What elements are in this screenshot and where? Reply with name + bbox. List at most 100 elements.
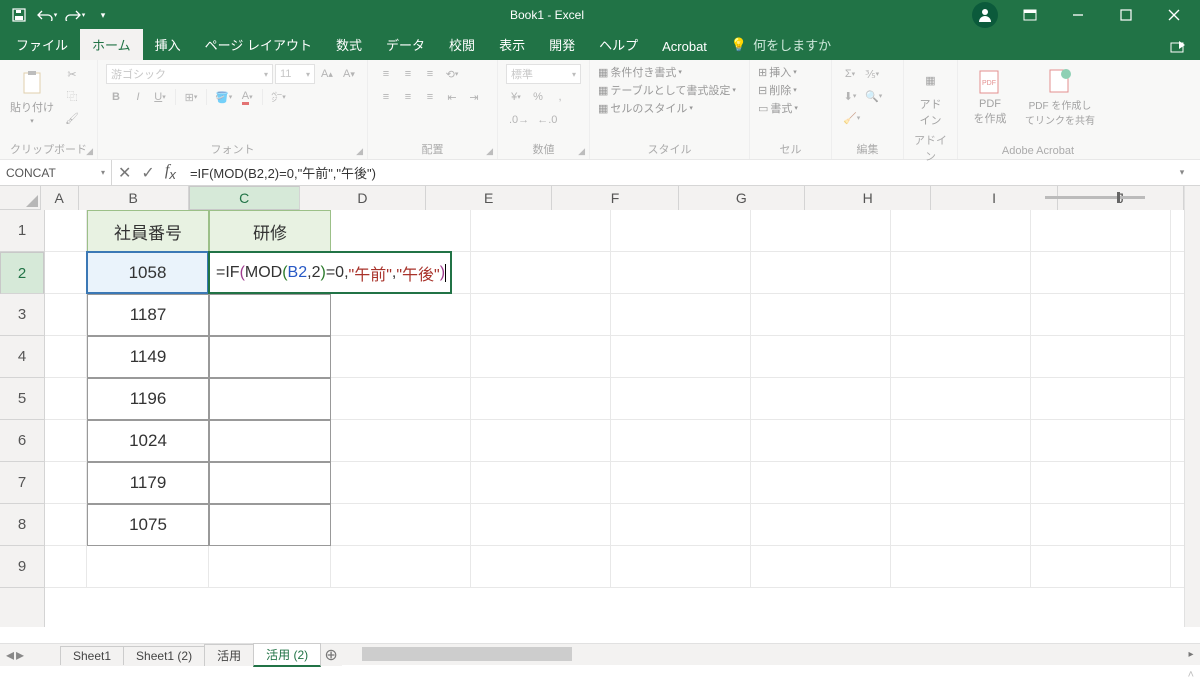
conditional-format-button[interactable]: ▦条件付き書式▾: [598, 64, 682, 80]
cell-E5[interactable]: [471, 378, 611, 420]
row-header-4[interactable]: 4: [0, 336, 44, 378]
cell-A7[interactable]: [45, 462, 87, 504]
border-icon[interactable]: ⊞▾: [181, 87, 201, 107]
tab-review[interactable]: 校閲: [437, 29, 487, 60]
undo-icon[interactable]: ▾: [36, 4, 58, 26]
user-avatar[interactable]: [972, 2, 998, 28]
cell-C7[interactable]: [209, 462, 331, 504]
tab-view[interactable]: 表示: [487, 29, 537, 60]
cell-E6[interactable]: [471, 420, 611, 462]
indent-dec-icon[interactable]: ⇤: [442, 87, 462, 107]
cell-E4[interactable]: [471, 336, 611, 378]
fill-color-icon[interactable]: 🪣▾: [212, 87, 235, 107]
cell-G5[interactable]: [751, 378, 891, 420]
cell-D9[interactable]: [331, 546, 471, 588]
cell-B2-selected[interactable]: 1058: [86, 251, 209, 294]
cell-A4[interactable]: [45, 336, 87, 378]
cell-F4[interactable]: [611, 336, 751, 378]
cell-H4[interactable]: [891, 336, 1031, 378]
tab-home[interactable]: ホーム: [80, 29, 143, 60]
close-icon[interactable]: [1152, 0, 1196, 30]
copy-icon[interactable]: ⿻: [62, 86, 82, 106]
addin-button[interactable]: ▦アド イン: [912, 64, 949, 130]
cell-G1[interactable]: [751, 210, 891, 252]
sheet-tab-sheet1[interactable]: Sheet1: [60, 646, 124, 665]
cell-C4[interactable]: [209, 336, 331, 378]
tab-acrobat[interactable]: Acrobat: [650, 33, 719, 60]
pdf-share-button[interactable]: PDF を作成し てリンクを共有: [1020, 64, 1100, 130]
align-left-icon[interactable]: ≡: [376, 87, 396, 107]
cut-icon[interactable]: ✂: [62, 64, 82, 84]
sheet-tab-katsuyou[interactable]: 活用: [204, 644, 254, 666]
tab-developer[interactable]: 開発: [537, 29, 587, 60]
bold-button[interactable]: B: [106, 87, 126, 107]
cell-D7[interactable]: [331, 462, 471, 504]
cell-E8[interactable]: [471, 504, 611, 546]
font-name-select[interactable]: 游ゴシック▾: [106, 64, 273, 84]
cell-E7[interactable]: [471, 462, 611, 504]
enter-formula-icon[interactable]: ✓: [141, 163, 154, 183]
row-header-5[interactable]: 5: [0, 378, 44, 420]
underline-button[interactable]: U▾: [150, 87, 170, 107]
format-painter-icon[interactable]: 🖌: [62, 108, 82, 128]
clear-icon[interactable]: 🧹▾: [840, 108, 863, 128]
cell-A6[interactable]: [45, 420, 87, 462]
cell-B1[interactable]: 社員番号: [87, 210, 209, 252]
column-header-D[interactable]: D: [300, 186, 426, 210]
formula-bar[interactable]: =IF(MOD(B2,2)=0,"午前","午後"): [182, 160, 1164, 185]
percent-icon[interactable]: %: [528, 87, 548, 107]
autosum-icon[interactable]: Σ▾: [840, 64, 860, 84]
tab-insert[interactable]: 挿入: [143, 29, 193, 60]
cell-C9[interactable]: [209, 546, 331, 588]
row-header-8[interactable]: 8: [0, 504, 44, 546]
cell-D5[interactable]: [331, 378, 471, 420]
cell-G7[interactable]: [751, 462, 891, 504]
cell-H9[interactable]: [891, 546, 1031, 588]
cell-I8[interactable]: [1031, 504, 1171, 546]
cell-A5[interactable]: [45, 378, 87, 420]
column-header-B[interactable]: B: [79, 186, 189, 210]
sheet-nav-prev-icon[interactable]: ◂: [6, 645, 14, 665]
tab-file[interactable]: ファイル: [4, 29, 80, 60]
tell-me[interactable]: 💡何をしますか: [719, 29, 843, 60]
cell-H3[interactable]: [891, 294, 1031, 336]
ribbon-display-icon[interactable]: [1008, 0, 1052, 30]
decrease-font-icon[interactable]: A▾: [339, 64, 359, 84]
cell-F8[interactable]: [611, 504, 751, 546]
cell-C1[interactable]: 研修: [209, 210, 331, 252]
align-middle-icon[interactable]: ≡: [398, 64, 418, 84]
align-center-icon[interactable]: ≡: [398, 87, 418, 107]
insert-cells-button[interactable]: ⊞挿入▾: [758, 64, 797, 80]
cell-D4[interactable]: [331, 336, 471, 378]
cell-E3[interactable]: [471, 294, 611, 336]
cell-H2[interactable]: [891, 252, 1031, 294]
sheet-nav-next-icon[interactable]: ▸: [16, 645, 24, 665]
tab-help[interactable]: ヘルプ: [587, 29, 650, 60]
cell-I9[interactable]: [1031, 546, 1171, 588]
cell-E2[interactable]: [471, 252, 611, 294]
share-button[interactable]: [1156, 34, 1200, 60]
column-header-A[interactable]: A: [41, 186, 79, 210]
cell-I2[interactable]: [1031, 252, 1171, 294]
row-header-7[interactable]: 7: [0, 462, 44, 504]
cell-H1[interactable]: [891, 210, 1031, 252]
indent-inc-icon[interactable]: ⇥: [464, 87, 484, 107]
cell-H5[interactable]: [891, 378, 1031, 420]
cell-B9[interactable]: [87, 546, 209, 588]
fill-icon[interactable]: ⬇▾: [840, 86, 860, 106]
add-sheet-icon[interactable]: ⊕: [320, 645, 342, 665]
save-icon[interactable]: [8, 4, 30, 26]
cell-A9[interactable]: [45, 546, 87, 588]
row-header-9[interactable]: 9: [0, 546, 44, 588]
tab-data[interactable]: データ: [374, 29, 437, 60]
cell-B6[interactable]: 1024: [87, 420, 209, 462]
qat-customize-icon[interactable]: ▾: [92, 4, 114, 26]
row-header-1[interactable]: 1: [0, 210, 44, 252]
cell-H6[interactable]: [891, 420, 1031, 462]
minimize-icon[interactable]: [1056, 0, 1100, 30]
expand-formula-icon[interactable]: ▾: [1172, 167, 1192, 178]
format-as-table-button[interactable]: ▦テーブルとして書式設定▾: [598, 82, 736, 98]
cell-G3[interactable]: [751, 294, 891, 336]
cell-F5[interactable]: [611, 378, 751, 420]
delete-cells-button[interactable]: ⊟削除▾: [758, 82, 797, 98]
